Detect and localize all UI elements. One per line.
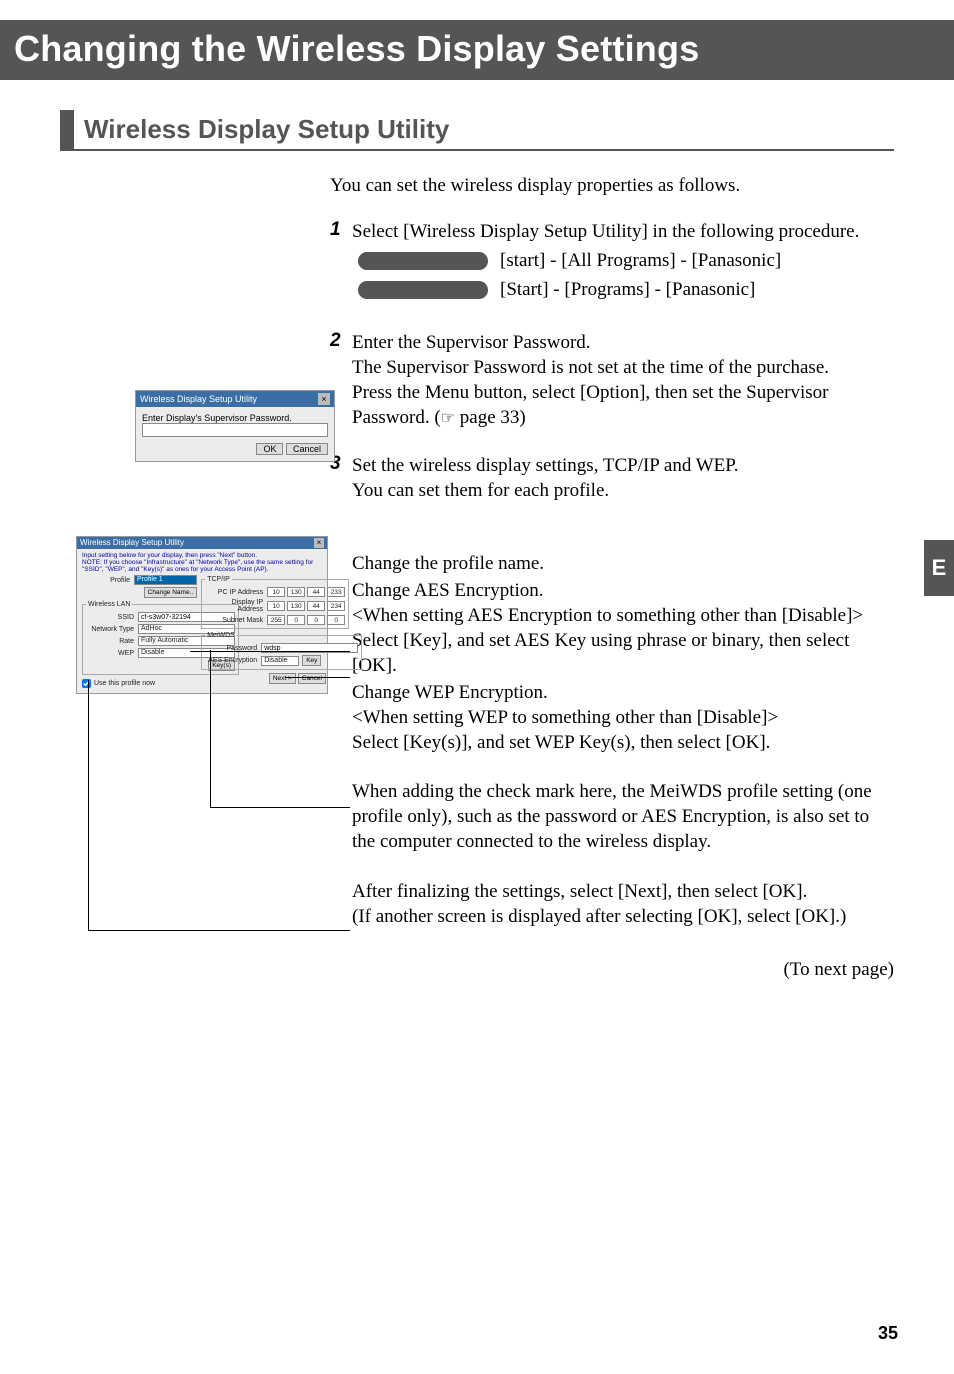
supervisor-password-input[interactable] [142,423,328,437]
os-pill-2 [358,281,488,299]
ssid-label: SSID [86,614,138,621]
subnet-label: Subnet Mask [205,617,267,624]
section-heading: Wireless Display Setup Utility [60,110,894,151]
step-number: 1 [330,219,352,302]
os-pill-1 [358,252,488,270]
dialog2-note1: Input setting below for your display, th… [82,552,322,559]
page-title: Changing the Wireless Display Settings [14,28,940,70]
hand-icon: ☞ [441,408,455,429]
dialog2-titlebar: Wireless Display Setup Utility × [77,537,327,549]
callout-aes-instr: Select [Key], and set AES Key using phra… [352,628,894,678]
step2-line3: Press the Menu button, select [Option], … [352,380,894,430]
dialog1-title-text: Wireless Display Setup Utility [140,394,257,404]
dialog1-titlebar: Wireless Display Setup Utility × [136,391,334,407]
callout-aes-when: <When setting AES Encryption to somethin… [352,603,894,628]
rate-label: Rate [86,638,138,645]
to-next-page: (To next page) [352,959,894,981]
step-2: 2 Enter the Supervisor Password. The Sup… [330,330,894,430]
page-title-bar: Changing the Wireless Display Settings [0,20,954,80]
callout-aes-title: Change AES Encryption. [352,578,894,603]
aes-select[interactable]: Disable [261,656,299,666]
next-button[interactable]: Next > [269,673,296,684]
callout-finalize: After finalizing the settings, select [N… [352,879,894,904]
callout-checkbox: When adding the check mark here, the Mei… [352,779,894,854]
step1-text: Select [Wireless Display Setup Utility] … [352,219,859,244]
close-icon[interactable]: × [318,393,330,405]
callout-wep-instr: Select [Key(s)], and set WEP Key(s), the… [352,730,894,755]
side-tab: E [924,540,954,596]
callout-line [285,677,350,678]
callout-wep-when: <When setting WEP to something other tha… [352,705,894,730]
dialog2-note2: NOTE: If you choose "Infrastructure" at … [82,559,322,573]
aes-key-button[interactable]: Key [302,655,321,666]
wep-label: WEP [86,650,138,657]
callout-line [88,930,350,931]
callout-line [210,807,350,808]
dispip-input[interactable]: 1013044234 [267,601,345,611]
pcip-label: PC IP Address [205,589,267,596]
step1-os2: [Start] - [Programs] - [Panasonic] [500,277,755,302]
profile-label: Profile [82,577,134,584]
callout-line [210,650,211,807]
setup-utility-dialog: Wireless Display Setup Utility × Input s… [76,536,328,694]
cancel-button[interactable]: Cancel [286,443,328,455]
dialog1-prompt: Enter Display's Supervisor Password. [142,413,328,423]
tcpip-fieldset: TCP/IP PC IP Address 1013044233 Display … [201,576,349,629]
step-1: 1 Select [Wireless Display Setup Utility… [330,219,894,302]
callout-line [190,651,350,652]
dispip-label: Display IP Address [205,599,267,613]
ok-button[interactable]: OK [256,443,283,455]
page-number: 35 [878,1323,898,1344]
step-3: 3 Set the wireless display settings, TCP… [330,453,894,503]
step3-line1: Set the wireless display settings, TCP/I… [352,453,739,478]
profile-select[interactable]: Profile 1 [134,575,197,585]
close-icon[interactable]: × [314,538,324,548]
cancel-button[interactable]: Cancel [298,673,326,684]
use-profile-checkbox-row[interactable]: Use this profile now [82,679,197,688]
step3-line2: You can set them for each profile. [352,478,739,503]
change-name-button[interactable]: Change Name.. [144,587,198,598]
step2-line2: The Supervisor Password is not set at th… [352,355,894,380]
pcip-input[interactable]: 1013044233 [267,587,345,597]
subnet-input[interactable]: 255000 [267,615,345,625]
step1-os1: [start] - [All Programs] - [Panasonic] [500,248,781,273]
use-profile-checkbox[interactable] [82,679,91,688]
step2-line1: Enter the Supervisor Password. [352,330,894,355]
callout-line [88,680,89,930]
supervisor-password-dialog: Wireless Display Setup Utility × Enter D… [135,390,335,462]
callout-wep-title: Change WEP Encryption. [352,680,894,705]
nettype-label: Network Type [86,626,138,633]
callout-finalize2: (If another screen is displayed after se… [352,904,894,929]
aes-label: AES Encryption [205,657,261,664]
callout-profile-name: Change the profile name. [352,551,894,576]
intro-text: You can set the wireless display propert… [330,175,894,197]
